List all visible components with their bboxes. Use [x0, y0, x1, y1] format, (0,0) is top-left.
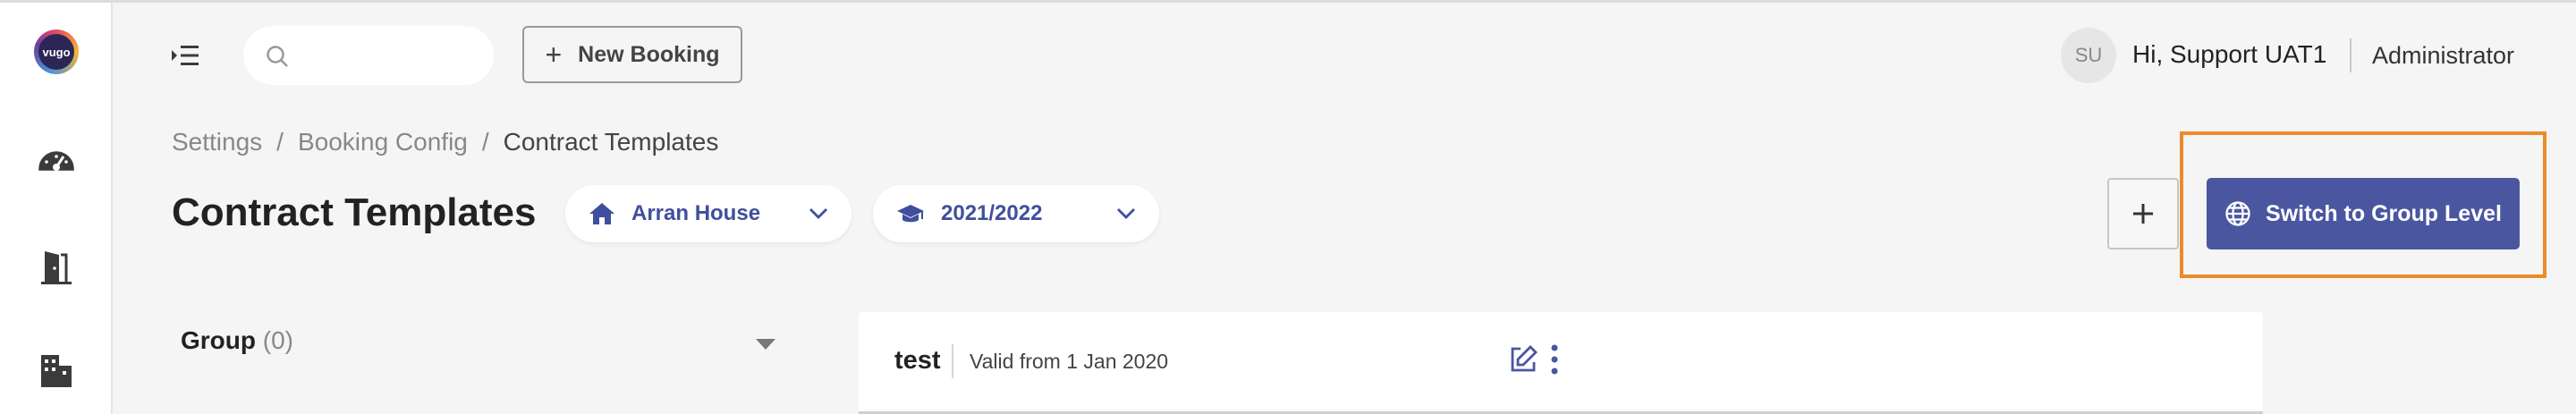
add-template-button[interactable] — [2107, 178, 2179, 249]
avatar[interactable]: SU — [2061, 28, 2116, 83]
header-divider — [2350, 38, 2351, 72]
user-role: Administrator — [2372, 42, 2515, 69]
plus-icon — [2133, 204, 2153, 224]
academic-year-select[interactable]: 2021/2022 — [873, 185, 1159, 242]
vugo-logo[interactable]: vugo — [34, 30, 79, 74]
property-select-value: Arran House — [631, 201, 761, 225]
switch-to-group-level-button[interactable]: Switch to Group Level — [2207, 178, 2520, 249]
caret-down-icon[interactable] — [755, 337, 776, 351]
academic-year-value: 2021/2022 — [941, 201, 1043, 225]
template-valid-from: Valid from 1 Jan 2020 — [970, 350, 1169, 373]
template-card[interactable]: test Valid from 1 Jan 2020 — [859, 312, 2263, 414]
breadcrumb-item-current: Contract Templates — [503, 128, 719, 156]
edit-icon[interactable] — [1508, 344, 1538, 375]
menu-toggle-icon[interactable] — [170, 42, 200, 69]
chevron-down-icon — [809, 208, 827, 219]
home-icon — [589, 203, 614, 224]
search-input[interactable] — [243, 26, 494, 85]
group-label: Group — [181, 326, 256, 354]
plus-icon: + — [545, 38, 563, 71]
user-greeting[interactable]: Hi, Support UAT1 — [2132, 40, 2326, 69]
switch-button-label: Switch to Group Level — [2266, 200, 2502, 226]
more-options-icon[interactable] — [1549, 342, 1560, 376]
page-title: Contract Templates — [172, 190, 537, 234]
new-booking-button[interactable]: + New Booking — [522, 26, 742, 83]
new-booking-label: New Booking — [578, 41, 720, 67]
buildings-icon[interactable] — [36, 350, 77, 391]
property-select[interactable]: Arran House — [565, 185, 852, 242]
sidebar: vugo — [0, 3, 113, 414]
breadcrumb-separator: / — [481, 128, 489, 156]
breadcrumb-separator: / — [276, 128, 284, 156]
group-header[interactable]: Group (0) — [181, 326, 293, 355]
graduation-cap-icon — [897, 205, 924, 223]
chevron-down-icon — [1117, 208, 1135, 219]
breadcrumb-item-settings[interactable]: Settings — [172, 128, 262, 156]
card-divider — [952, 344, 953, 378]
globe-icon — [2225, 201, 2250, 226]
breadcrumb: Settings / Booking Config / Contract Templat… — [172, 128, 718, 156]
door-exit-icon[interactable] — [36, 246, 77, 287]
group-count: (0) — [262, 326, 294, 354]
breadcrumb-item-booking-config[interactable]: Booking Config — [298, 128, 468, 156]
dashboard-gauge-icon[interactable] — [36, 140, 77, 182]
template-name: test — [894, 346, 941, 375]
logo-text: vugo — [38, 34, 74, 70]
